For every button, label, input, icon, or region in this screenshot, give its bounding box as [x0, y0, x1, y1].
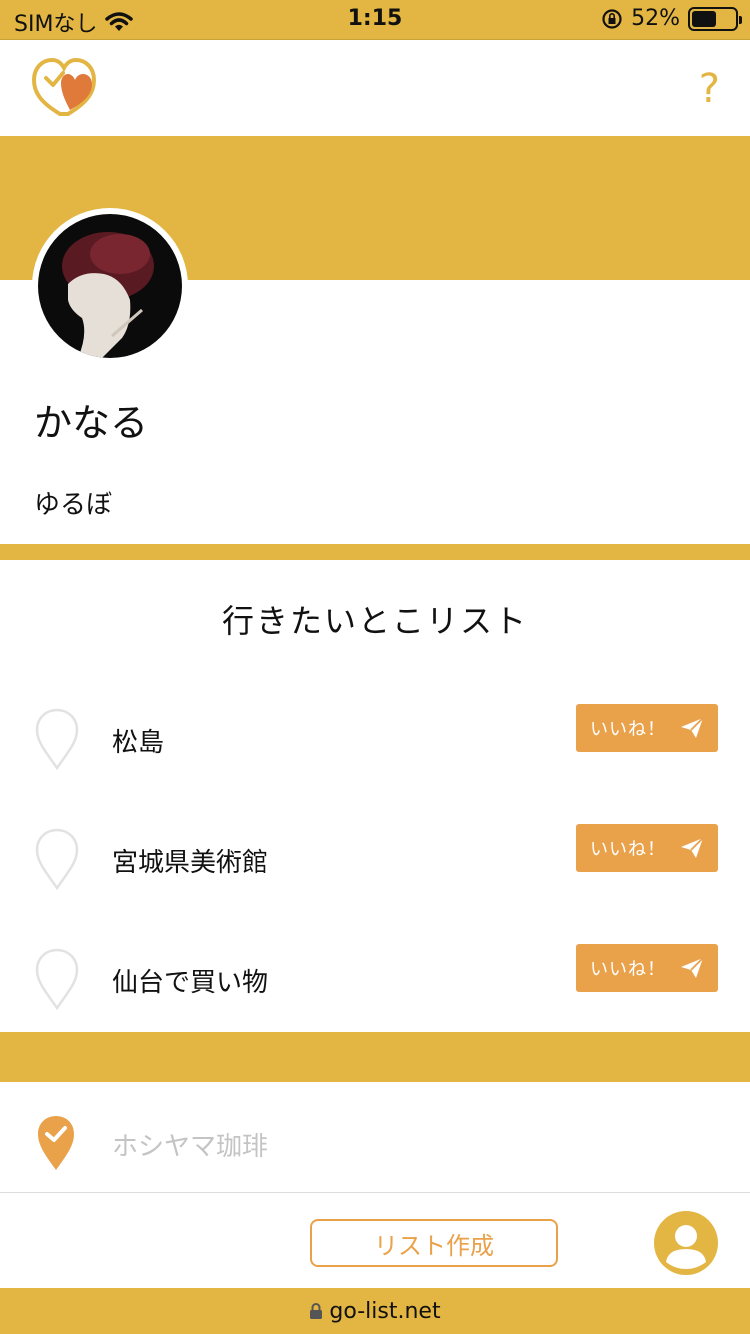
battery-icon: [688, 6, 742, 31]
like-button[interactable]: いいね！: [576, 704, 718, 752]
avatar: [32, 208, 188, 364]
visited-list-item-label: ホシヤマ珈琲: [112, 1132, 269, 1162]
status-bar: SIMなし 1:15 52%: [0, 0, 750, 40]
wish-list-item[interactable]: 松島 いいね！: [0, 704, 750, 828]
map-pin-icon: [35, 828, 79, 890]
lock-icon: [310, 1303, 323, 1319]
app-header: ?: [0, 40, 750, 136]
send-icon: [681, 957, 704, 978]
user-profile-icon[interactable]: [654, 1211, 718, 1275]
app-logo-icon[interactable]: [30, 56, 98, 120]
bottom-toolbar: リスト作成: [0, 1192, 750, 1288]
wish-list-item-label: 松島: [112, 728, 165, 758]
battery-percent: 52%: [631, 6, 680, 31]
like-button-label: いいね！: [590, 719, 666, 740]
like-button-label: いいね！: [590, 959, 666, 980]
checked-pin-icon: [38, 1116, 74, 1170]
section-divider: [0, 544, 750, 560]
wish-list-item[interactable]: 宮城県美術館 いいね！: [0, 824, 750, 948]
visited-list-item[interactable]: ホシヤマ珈琲: [0, 1110, 750, 1190]
profile-name: かなる: [34, 401, 149, 445]
wish-list-item-label: 宮城県美術館: [112, 848, 269, 878]
help-icon[interactable]: ?: [699, 66, 720, 112]
like-button-label: いいね！: [590, 839, 666, 860]
send-icon: [681, 837, 704, 858]
create-list-button[interactable]: リスト作成: [310, 1219, 558, 1267]
wish-list-item-label: 仙台で買い物: [112, 968, 269, 998]
url-text: go-list.net: [329, 1298, 441, 1324]
like-button[interactable]: いいね！: [576, 824, 718, 872]
profile-bio: ゆるぼ: [34, 490, 113, 520]
send-icon: [681, 717, 704, 738]
map-pin-icon: [35, 708, 79, 770]
section-divider: [0, 1032, 750, 1082]
like-button[interactable]: いいね！: [576, 944, 718, 992]
avatar-photo: [38, 214, 182, 358]
wish-list-title: 行きたいとこリスト: [221, 602, 528, 640]
map-pin-icon: [35, 948, 79, 1010]
browser-url-bar[interactable]: go-list.net: [0, 1288, 750, 1334]
orientation-lock-icon: [602, 8, 622, 29]
